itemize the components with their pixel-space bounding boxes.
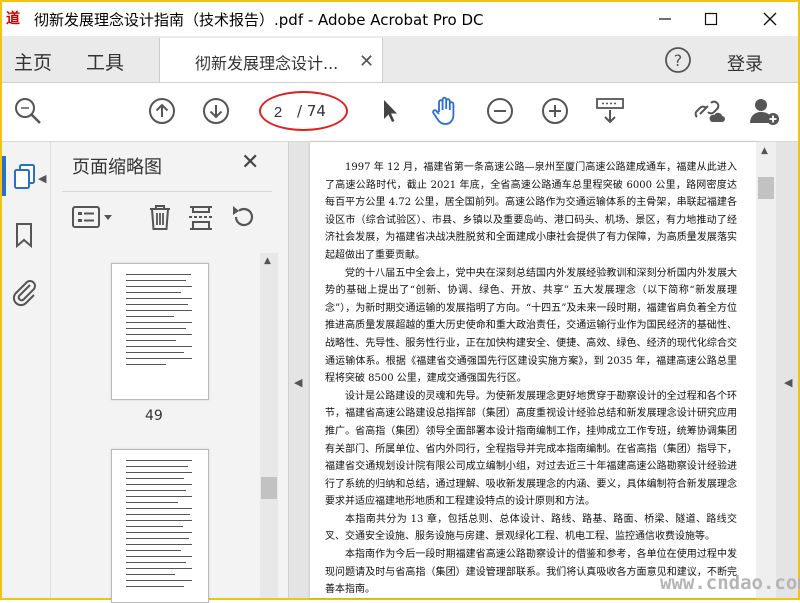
thumbnail-options-icon[interactable] [70,202,116,236]
paragraph: 党的十八届五中全会上，党中央在深刻总结国内外发展经验教训和深刻分析国内外发展大势… [325,267,737,385]
close-window-button[interactable] [745,2,795,36]
close-icon [763,12,777,26]
add-user-icon[interactable] [746,93,782,129]
collapse-left-panel-icon[interactable]: ◀ [294,376,302,389]
paragraph: 本指南共分为 13 章，包括总则、总体设计、路线、路基、路面、桥梁、隧道、路线交… [325,513,737,543]
bookmarks-icon[interactable] [13,221,35,253]
window-title: 彻新发展理念设计指南（技术报告）.pdf - Adobe Acrobat Pro… [34,11,484,29]
document-scroll-thumb[interactable] [758,177,774,199]
rotate-pages-icon[interactable] [228,202,258,236]
extract-pages-icon[interactable] [186,202,216,236]
doc-scroll-up-icon[interactable]: ▲ [761,146,768,156]
page-thumbnails-icon[interactable] [12,163,38,195]
paragraph: 1997 年 12 月，福建省第一条高速公路—泉州至厦门高速公路建成通车，福建从… [325,162,737,261]
hand-tool-icon[interactable] [427,93,463,129]
page-text: 1997 年 12 月，福建省第一条高速公路—泉州至厦门高速公路建成通车，福建从… [325,159,737,599]
menu-tools[interactable]: 工具 [86,48,124,75]
attachments-icon[interactable] [10,277,38,311]
page-thumbnail-49[interactable] [111,263,209,400]
app-logo: 道 [6,11,20,27]
page-thumbnail-50[interactable] [111,449,209,603]
thumbnails-panel-title: 页面缩略图 [72,157,162,178]
maximize-icon [704,12,718,26]
zoom-in-icon[interactable] [537,93,573,129]
svg-text:?: ? [674,51,683,70]
paragraph: 设计是公路建设的灵魂和先导。为使新发展理念更好地贯穿于勘察设计的全过程和各个环节… [325,390,737,508]
delete-pages-icon[interactable] [145,202,175,236]
document-tab-label: 彻新发展理念设计... [195,54,339,73]
thumbnail-page-number: 49 [145,408,163,424]
left-rail [2,142,51,598]
next-page-icon[interactable] [198,93,234,129]
active-rail-indicator [2,156,6,196]
login-button[interactable]: 登录 [727,50,763,76]
rail-expand-arrow-icon[interactable]: ◀ [38,172,46,185]
minimize-button[interactable] [640,2,690,36]
zoom-search-icon[interactable] [10,93,46,129]
watermark: www.cndao.com [660,572,800,594]
panel-close-icon[interactable]: ✕ [241,150,259,175]
tab-close-icon[interactable]: ✕ [359,51,374,72]
select-pointer-icon[interactable] [372,93,408,129]
expand-right-panel-icon[interactable]: ◀ [784,376,792,389]
share-link-icon[interactable] [691,93,727,129]
thumbnails-scrollbar[interactable] [260,253,278,598]
page-display-icon[interactable] [592,93,628,129]
thumbnails-scroll-thumb[interactable] [261,477,277,499]
scroll-up-arrow-icon[interactable]: ▲ [264,256,271,266]
zoom-out-icon[interactable] [482,93,518,129]
help-icon[interactable]: ? [664,46,692,78]
panel-divider [62,191,272,192]
menu-home[interactable]: 主页 [14,48,52,75]
maximize-button[interactable] [686,2,736,36]
previous-page-icon[interactable] [144,93,180,129]
annotation-highlight-ellipse [259,91,348,131]
document-scrollbar[interactable] [756,142,776,598]
minimize-icon [659,18,671,20]
